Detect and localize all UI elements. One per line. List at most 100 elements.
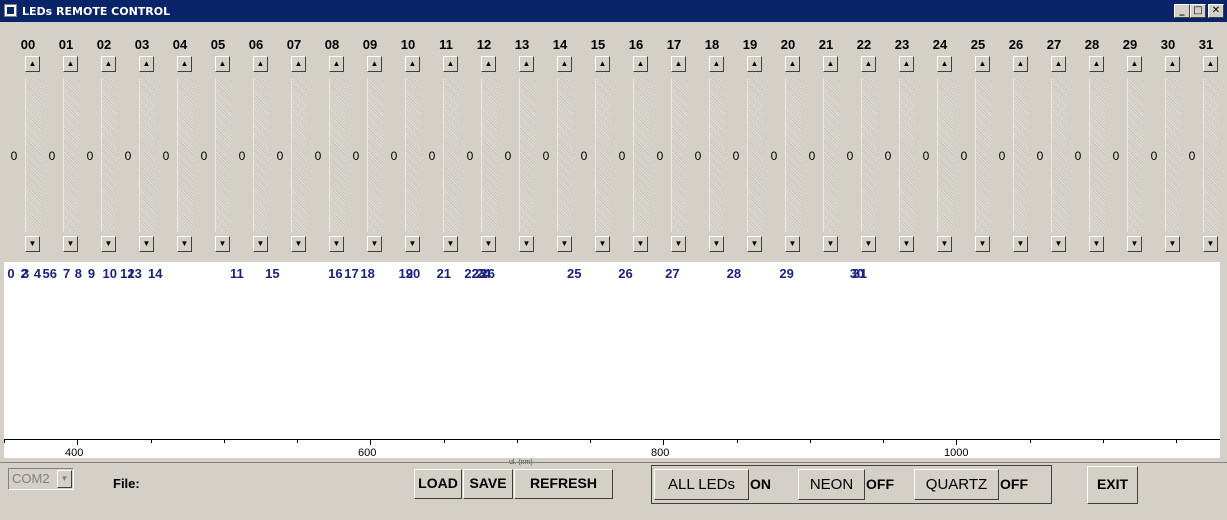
slider-down-arrow-icon[interactable]: ▼: [443, 236, 458, 252]
slider-track[interactable]: [975, 79, 991, 232]
slider-track[interactable]: [823, 79, 839, 232]
slider-up-arrow-icon[interactable]: ▲: [481, 56, 496, 72]
load-button[interactable]: LOAD: [414, 469, 462, 499]
slider-up-arrow-icon[interactable]: ▲: [937, 56, 952, 72]
slider-track[interactable]: [1203, 79, 1219, 232]
slider-up-arrow-icon[interactable]: ▲: [671, 56, 686, 72]
slider-track[interactable]: [215, 79, 231, 232]
slider-down-arrow-icon[interactable]: ▼: [1089, 236, 1104, 252]
slider-track[interactable]: [937, 79, 953, 232]
slider-down-arrow-icon[interactable]: ▼: [329, 236, 344, 252]
quartz-button[interactable]: QUARTZ: [914, 469, 999, 500]
slider-track[interactable]: [1127, 79, 1143, 232]
slider-down-arrow-icon[interactable]: ▼: [1013, 236, 1028, 252]
slider-track[interactable]: [519, 79, 535, 232]
refresh-button[interactable]: REFRESH: [514, 469, 613, 499]
port-select[interactable]: COM2 ▼: [8, 468, 74, 490]
slider-down-arrow-icon[interactable]: ▼: [633, 236, 648, 252]
slider-down-arrow-icon[interactable]: ▼: [139, 236, 154, 252]
chevron-down-icon[interactable]: ▼: [57, 470, 72, 488]
slider-track[interactable]: [329, 79, 345, 232]
save-button[interactable]: SAVE: [463, 469, 513, 499]
slider-down-arrow-icon[interactable]: ▼: [215, 236, 230, 252]
slider-up-arrow-icon[interactable]: ▲: [329, 56, 344, 72]
slider-track[interactable]: [557, 79, 573, 232]
slider-up-arrow-icon[interactable]: ▲: [215, 56, 230, 72]
slider-up-arrow-icon[interactable]: ▲: [367, 56, 382, 72]
neon-button[interactable]: NEON: [798, 469, 865, 500]
slider-track[interactable]: [177, 79, 193, 232]
slider-track[interactable]: [709, 79, 725, 232]
slider-up-arrow-icon[interactable]: ▲: [519, 56, 534, 72]
close-button[interactable]: ✕: [1208, 4, 1224, 18]
slider-track[interactable]: [1013, 79, 1029, 232]
slider-down-arrow-icon[interactable]: ▼: [519, 236, 534, 252]
slider-up-arrow-icon[interactable]: ▲: [899, 56, 914, 72]
slider-track[interactable]: [481, 79, 497, 232]
slider-down-arrow-icon[interactable]: ▼: [25, 236, 40, 252]
slider-track[interactable]: [63, 79, 79, 232]
slider-down-arrow-icon[interactable]: ▼: [405, 236, 420, 252]
slider-down-arrow-icon[interactable]: ▼: [709, 236, 724, 252]
slider-down-arrow-icon[interactable]: ▼: [823, 236, 838, 252]
slider-down-arrow-icon[interactable]: ▼: [557, 236, 572, 252]
slider-down-arrow-icon[interactable]: ▼: [1127, 236, 1142, 252]
slider-down-arrow-icon[interactable]: ▼: [1203, 236, 1218, 252]
slider-down-arrow-icon[interactable]: ▼: [101, 236, 116, 252]
slider-up-arrow-icon[interactable]: ▲: [25, 56, 40, 72]
slider-track[interactable]: [101, 79, 117, 232]
maximize-button[interactable]: □: [1190, 4, 1206, 18]
slider-down-arrow-icon[interactable]: ▼: [177, 236, 192, 252]
slider-down-arrow-icon[interactable]: ▼: [671, 236, 686, 252]
slider-track[interactable]: [861, 79, 877, 232]
slider-up-arrow-icon[interactable]: ▲: [1165, 56, 1180, 72]
slider-track[interactable]: [747, 79, 763, 232]
slider-track[interactable]: [25, 79, 41, 232]
minimize-button[interactable]: _: [1174, 4, 1190, 18]
slider-up-arrow-icon[interactable]: ▲: [139, 56, 154, 72]
slider-up-arrow-icon[interactable]: ▲: [557, 56, 572, 72]
slider-up-arrow-icon[interactable]: ▲: [291, 56, 306, 72]
slider-down-arrow-icon[interactable]: ▼: [253, 236, 268, 252]
slider-down-arrow-icon[interactable]: ▼: [1051, 236, 1066, 252]
slider-down-arrow-icon[interactable]: ▼: [937, 236, 952, 252]
slider-track[interactable]: [367, 79, 383, 232]
slider-up-arrow-icon[interactable]: ▲: [1089, 56, 1104, 72]
slider-down-arrow-icon[interactable]: ▼: [63, 236, 78, 252]
slider-up-arrow-icon[interactable]: ▲: [595, 56, 610, 72]
slider-down-arrow-icon[interactable]: ▼: [367, 236, 382, 252]
slider-up-arrow-icon[interactable]: ▲: [1013, 56, 1028, 72]
slider-track[interactable]: [1165, 79, 1181, 232]
slider-track[interactable]: [291, 79, 307, 232]
all-leds-button[interactable]: ALL LEDs: [654, 469, 749, 500]
slider-track[interactable]: [139, 79, 155, 232]
slider-down-arrow-icon[interactable]: ▼: [747, 236, 762, 252]
slider-up-arrow-icon[interactable]: ▲: [785, 56, 800, 72]
slider-up-arrow-icon[interactable]: ▲: [823, 56, 838, 72]
slider-track[interactable]: [595, 79, 611, 232]
slider-down-arrow-icon[interactable]: ▼: [785, 236, 800, 252]
slider-up-arrow-icon[interactable]: ▲: [709, 56, 724, 72]
slider-up-arrow-icon[interactable]: ▲: [101, 56, 116, 72]
slider-track[interactable]: [405, 79, 421, 232]
slider-track[interactable]: [253, 79, 269, 232]
slider-track[interactable]: [1051, 79, 1067, 232]
slider-up-arrow-icon[interactable]: ▲: [405, 56, 420, 72]
slider-down-arrow-icon[interactable]: ▼: [1165, 236, 1180, 252]
slider-up-arrow-icon[interactable]: ▲: [1203, 56, 1218, 72]
slider-up-arrow-icon[interactable]: ▲: [63, 56, 78, 72]
slider-track[interactable]: [899, 79, 915, 232]
slider-up-arrow-icon[interactable]: ▲: [177, 56, 192, 72]
slider-track[interactable]: [633, 79, 649, 232]
slider-up-arrow-icon[interactable]: ▲: [861, 56, 876, 72]
slider-down-arrow-icon[interactable]: ▼: [595, 236, 610, 252]
slider-down-arrow-icon[interactable]: ▼: [861, 236, 876, 252]
slider-down-arrow-icon[interactable]: ▼: [291, 236, 306, 252]
slider-track[interactable]: [671, 79, 687, 232]
slider-down-arrow-icon[interactable]: ▼: [899, 236, 914, 252]
slider-up-arrow-icon[interactable]: ▲: [1127, 56, 1142, 72]
slider-track[interactable]: [785, 79, 801, 232]
slider-up-arrow-icon[interactable]: ▲: [975, 56, 990, 72]
slider-up-arrow-icon[interactable]: ▲: [1051, 56, 1066, 72]
slider-down-arrow-icon[interactable]: ▼: [481, 236, 496, 252]
